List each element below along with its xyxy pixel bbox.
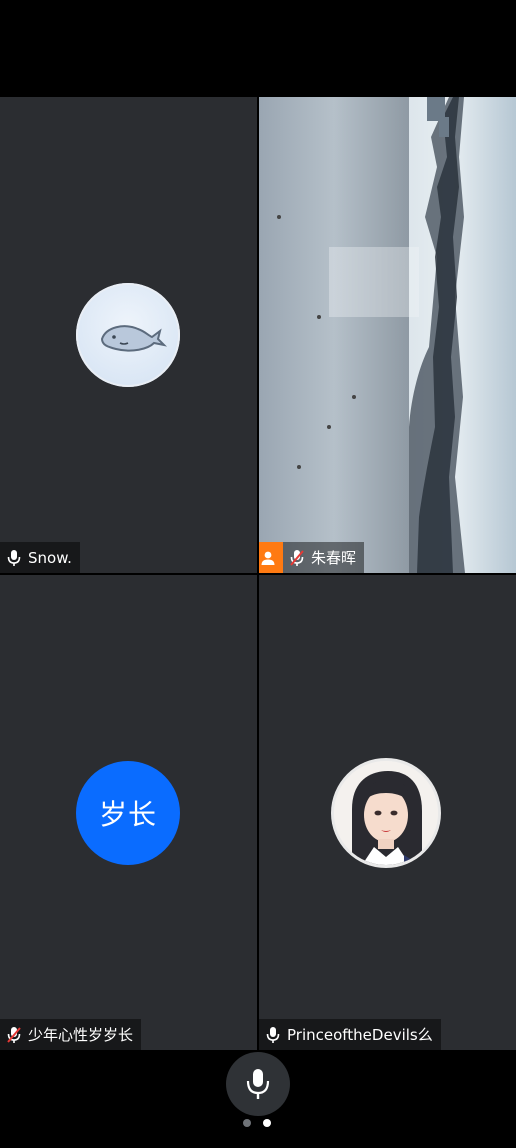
participant-name-tag: 朱春晖 xyxy=(259,542,365,573)
video-feed xyxy=(259,97,516,573)
participant-name: 朱春晖 xyxy=(311,549,357,567)
participant-tile-snow[interactable]: Snow. xyxy=(0,97,257,573)
whale-icon xyxy=(100,325,168,352)
page-indicator xyxy=(243,1119,271,1127)
video-call-screen: Snow. 朱春晖 岁长 少年心性岁岁长 PrinceoftheDevils么 xyxy=(0,0,516,1148)
participant-tile-3[interactable]: 岁长 少年心性岁岁长 xyxy=(0,575,257,1050)
mic-icon xyxy=(266,1026,280,1043)
participant-tile-4[interactable]: PrinceoftheDevils么 xyxy=(259,575,516,1050)
participant-name-tag: 少年心性岁岁长 xyxy=(0,1019,142,1050)
page-dot-2[interactable] xyxy=(263,1119,271,1127)
participant-name: PrinceoftheDevils么 xyxy=(287,1026,433,1044)
girl-portrait-icon xyxy=(334,761,438,865)
participant-name: Snow. xyxy=(28,548,72,567)
participant-name: 少年心性岁岁长 xyxy=(28,1026,134,1044)
mic-muted-icon xyxy=(7,1026,21,1043)
whale-avatar xyxy=(76,283,180,387)
participant-name-tag: PrinceoftheDevils么 xyxy=(259,1019,441,1050)
host-badge xyxy=(259,542,283,573)
microphone-icon xyxy=(246,1069,270,1099)
participant-name-tag: Snow. xyxy=(0,542,80,573)
microphone-button[interactable] xyxy=(226,1052,290,1116)
participant-tile-video[interactable]: 朱春晖 xyxy=(259,97,516,573)
mic-muted-icon xyxy=(290,549,304,566)
person-icon xyxy=(261,551,275,565)
girl-avatar xyxy=(334,761,438,865)
mic-icon xyxy=(7,549,21,566)
page-dot-1[interactable] xyxy=(243,1119,251,1127)
avatar-initials: 岁长 xyxy=(98,798,157,831)
text-avatar: 岁长 xyxy=(76,761,180,865)
